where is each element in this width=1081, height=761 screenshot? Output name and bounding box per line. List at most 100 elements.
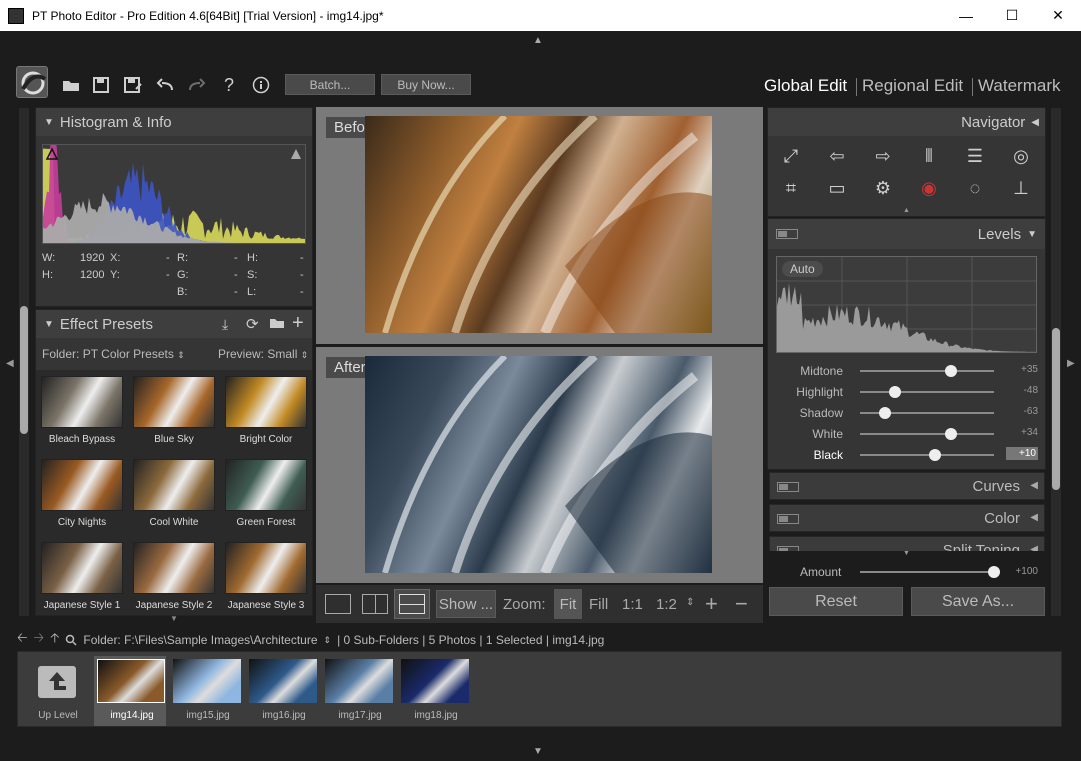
right-scrollbar[interactable] (1051, 108, 1061, 616)
presets-header[interactable]: ▼ Effect Presets ⤓ ⟳ + (36, 310, 312, 338)
levels-slider-row[interactable]: Black +10 (778, 446, 1040, 464)
straighten-icon[interactable]: ▭ (825, 176, 849, 200)
crop-icon[interactable]: ⌗ (779, 176, 803, 200)
lens-icon[interactable]: ⚙ (871, 176, 895, 200)
show-button[interactable]: Show ... (436, 590, 496, 618)
zoom-stepper-icon[interactable]: ⇕ (686, 597, 694, 608)
zoom-out-button[interactable]: − (735, 591, 748, 619)
minimize-button[interactable]: — (943, 0, 989, 31)
slider-track[interactable] (860, 433, 994, 435)
slider-knob[interactable] (888, 386, 901, 398)
film-thumbnail-item[interactable]: img14.jpg (94, 656, 166, 726)
preset-item[interactable]: Japanese Style 1 (36, 540, 128, 620)
collapse-up-icon[interactable]: ▲ (903, 207, 910, 214)
levels-slider-row[interactable]: Midtone +35 (778, 362, 1040, 380)
add-preset-icon[interactable]: + (292, 312, 304, 335)
film-thumbnail-item[interactable]: img16.jpg (246, 656, 318, 726)
save-as-icon[interactable] (120, 72, 146, 98)
levels-slider-row[interactable]: Shadow -63 (778, 404, 1040, 422)
preset-item[interactable]: Bleach Bypass (36, 374, 128, 454)
search-icon[interactable] (65, 634, 77, 646)
preset-item[interactable]: Cool White (128, 457, 220, 537)
folder-select[interactable]: Folder: PT Color Presets ⇕ (42, 347, 185, 361)
open-folder-icon[interactable] (58, 72, 84, 98)
navigator-header[interactable]: Navigator ◀ (768, 108, 1045, 136)
scrollbar-thumb[interactable] (20, 306, 28, 434)
film-thumbnail-item[interactable]: img15.jpg (170, 656, 242, 726)
preset-item[interactable]: Blue Sky (128, 374, 220, 454)
preset-item[interactable]: Green Forest (220, 457, 312, 537)
maximize-button[interactable]: ☐ (989, 0, 1035, 31)
refresh-icon[interactable]: ⟳ (246, 315, 259, 333)
tab-regional-edit[interactable]: Regional Edit (862, 76, 963, 96)
logo-icon[interactable] (16, 66, 48, 98)
save-icon[interactable] (88, 72, 114, 98)
spiral-icon[interactable]: ◎ (1009, 144, 1033, 168)
folder-icon[interactable] (270, 317, 284, 328)
slider-knob[interactable] (879, 407, 892, 419)
amount-slider[interactable] (860, 566, 1000, 578)
levels-toggle[interactable] (776, 229, 798, 239)
reset-button[interactable]: Reset (769, 587, 903, 616)
single-view-icon[interactable] (325, 594, 351, 614)
preset-item[interactable]: City Nights (36, 457, 128, 537)
rotate-left-icon[interactable]: ⇦ (825, 144, 849, 168)
preview-select[interactable]: Preview: Small ⇕ (218, 347, 308, 361)
preset-item[interactable]: Japanese Style 3 (220, 540, 312, 620)
red-eye-icon[interactable]: ◉ (917, 176, 941, 200)
redo-icon[interactable] (184, 72, 210, 98)
slider-knob[interactable] (945, 428, 958, 440)
stamp-icon[interactable]: ⊥ (1009, 176, 1033, 200)
close-button[interactable]: ✕ (1035, 0, 1081, 31)
download-icon[interactable]: ⤓ (222, 316, 228, 333)
undo-icon[interactable] (152, 72, 178, 98)
zoom-fill-button[interactable]: Fill (589, 596, 608, 624)
highlight-clip-icon[interactable] (291, 149, 301, 159)
vignette-icon[interactable]: ◌ (963, 176, 987, 200)
rotate-right-icon[interactable]: ⇨ (871, 144, 895, 168)
film-thumbnail-item[interactable]: img18.jpg (398, 656, 470, 726)
split-horizontal-icon[interactable] (394, 589, 430, 619)
levels-header[interactable]: Levels ▼ (768, 219, 1045, 249)
split-toning-panel[interactable]: Split Toning ◀ (769, 536, 1045, 551)
tab-watermark[interactable]: Watermark (978, 76, 1061, 96)
collapse-down-icon[interactable]: ▼ (533, 746, 543, 757)
slider-track[interactable] (860, 370, 994, 372)
slider-track[interactable] (860, 391, 994, 393)
amount-knob[interactable] (988, 566, 1000, 578)
slider-knob[interactable] (945, 365, 958, 377)
levels-slider-row[interactable]: White +34 (778, 425, 1040, 443)
preset-item[interactable]: Bright Color (220, 374, 312, 454)
buy-now-button[interactable]: Buy Now... (381, 74, 471, 95)
split-toning-toggle[interactable] (777, 546, 799, 551)
collapse-right-icon[interactable]: ▶ (1067, 358, 1075, 369)
zoom-100-button[interactable]: 1:1 (622, 596, 643, 624)
split-vertical-icon[interactable] (362, 594, 388, 614)
slider-track[interactable] (860, 454, 994, 456)
resize-icon[interactable]: ⤢ (779, 144, 803, 168)
tab-global-edit[interactable]: Global Edit (764, 76, 847, 96)
collapse-up-icon[interactable]: ▲ (533, 35, 543, 46)
folder-path[interactable]: Folder: F:\Files\Sample Images\Architect… (83, 633, 317, 647)
info-icon[interactable] (248, 72, 274, 98)
histogram-header[interactable]: ▼ Histogram & Info (36, 108, 312, 136)
more-arrow-icon[interactable]: ▼ (170, 614, 178, 623)
zoom-fit-button[interactable]: Fit (554, 589, 582, 619)
zoom-50-button[interactable]: 1:2 (656, 596, 677, 624)
back-arrow-icon[interactable]: 🡠 (17, 629, 28, 651)
slider-knob[interactable] (929, 449, 942, 461)
more-arrow-icon[interactable]: ▼ (903, 550, 910, 557)
levels-slider-row[interactable]: Highlight -48 (778, 383, 1040, 401)
auto-button[interactable]: Auto (782, 261, 823, 277)
flip-vertical-icon[interactable]: ☰ (963, 144, 987, 168)
forward-arrow-icon[interactable]: 🡢 (34, 629, 45, 651)
up-arrow-icon[interactable]: 🡡 (50, 629, 59, 651)
color-panel[interactable]: Color ◀ (769, 504, 1045, 532)
batch-button[interactable]: Batch... (285, 74, 375, 95)
flip-horizontal-icon[interactable]: ⦀ (917, 144, 941, 168)
film-thumbnail-item[interactable]: img17.jpg (322, 656, 394, 726)
save-as-button[interactable]: Save As... (911, 587, 1045, 616)
color-toggle[interactable] (777, 514, 799, 524)
preset-item[interactable]: Japanese Style 2 (128, 540, 220, 620)
scrollbar-thumb[interactable] (1052, 328, 1060, 490)
